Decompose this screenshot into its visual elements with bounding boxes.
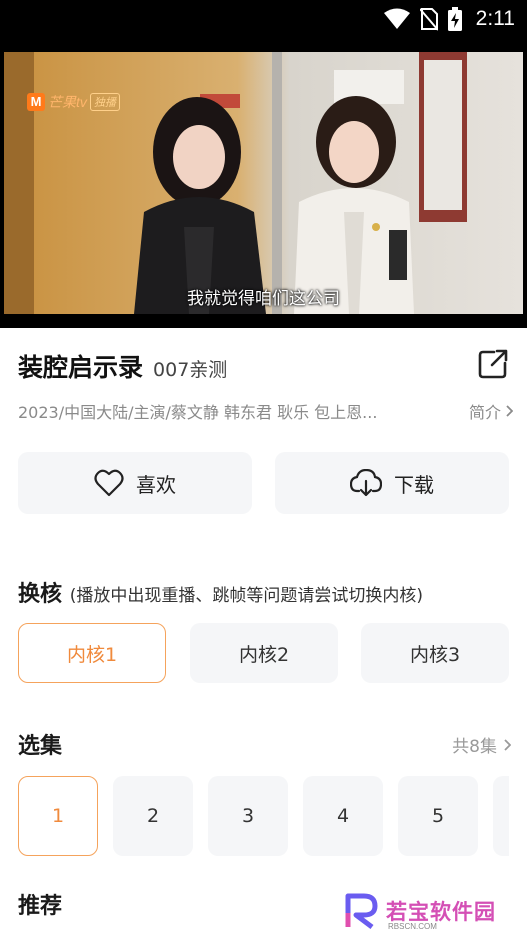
video-player[interactable]: M 芒果tv 独播 我就觉得咱们这公司 <box>0 38 527 328</box>
like-button[interactable]: 喜欢 <box>18 452 252 514</box>
like-label: 喜欢 <box>136 472 176 497</box>
download-label: 下载 <box>394 472 434 497</box>
status-time: 2:11 <box>475 7 515 30</box>
status-bar: 2:11 <box>0 0 527 38</box>
source-label: 007亲测 <box>153 359 228 381</box>
mango-tv-logo: M 芒果tv 独播 <box>27 92 120 112</box>
core-option-2[interactable]: 内核2 <box>190 623 338 683</box>
battery-charging-icon <box>447 7 462 31</box>
episodes-title: 选集 <box>18 734 63 759</box>
meta-info: 2023/中国大陆/主演/蔡文静 韩东君 耿乐 包上恩... <box>18 403 378 422</box>
core-note: (播放中出现重播、跳帧等问题请尝试切换内核) <box>69 586 423 606</box>
episode-button-5[interactable]: 5 <box>398 776 478 856</box>
intro-link[interactable]: 简介 <box>469 399 513 423</box>
no-sim-icon <box>419 8 438 31</box>
recommend-title: 推荐 <box>18 894 63 919</box>
episodes-total-link[interactable]: 共8集 <box>452 732 511 757</box>
core-option-3[interactable]: 内核3 <box>361 623 509 683</box>
show-title: 装腔启示录 <box>18 353 144 382</box>
download-button[interactable]: 下载 <box>275 452 509 514</box>
watermark: 若宝软件园 RBSCN.COM <box>344 888 514 934</box>
episode-button-1[interactable]: 1 <box>18 776 98 856</box>
episodes-total: 共8集 <box>452 737 497 757</box>
episode-button-3[interactable]: 3 <box>208 776 288 856</box>
watermark-logo-icon <box>345 893 378 929</box>
video-subtitle: 我就觉得咱们这公司 <box>187 289 340 309</box>
logo-mark: M <box>27 93 45 111</box>
cloud-download-icon <box>350 469 382 497</box>
watermark-sub: RBSCN.COM <box>388 922 437 931</box>
episode-button-partial[interactable] <box>493 776 509 856</box>
intro-label: 简介 <box>468 403 501 422</box>
wifi-icon <box>383 8 410 29</box>
title-row: 装腔启示录 007亲测 <box>18 348 509 384</box>
chevron-right-icon <box>504 738 511 751</box>
episode-button-4[interactable]: 4 <box>303 776 383 856</box>
core-section-title: 换核 (播放中出现重播、跳帧等问题请尝试切换内核) <box>18 576 423 608</box>
logo-text: 芒果tv <box>48 94 87 110</box>
logo-badge: 独播 <box>89 93 120 111</box>
share-icon[interactable] <box>477 348 509 380</box>
core-title: 换核 <box>18 582 63 607</box>
episode-button-2[interactable]: 2 <box>113 776 193 856</box>
chevron-right-icon <box>506 405 513 417</box>
meta-row: 2023/中国大陆/主演/蔡文静 韩东君 耿乐 包上恩... 简介 <box>18 398 513 424</box>
heart-icon <box>94 469 124 497</box>
status-icons: 2:11 <box>383 6 515 32</box>
core-option-1[interactable]: 内核1 <box>18 623 166 683</box>
